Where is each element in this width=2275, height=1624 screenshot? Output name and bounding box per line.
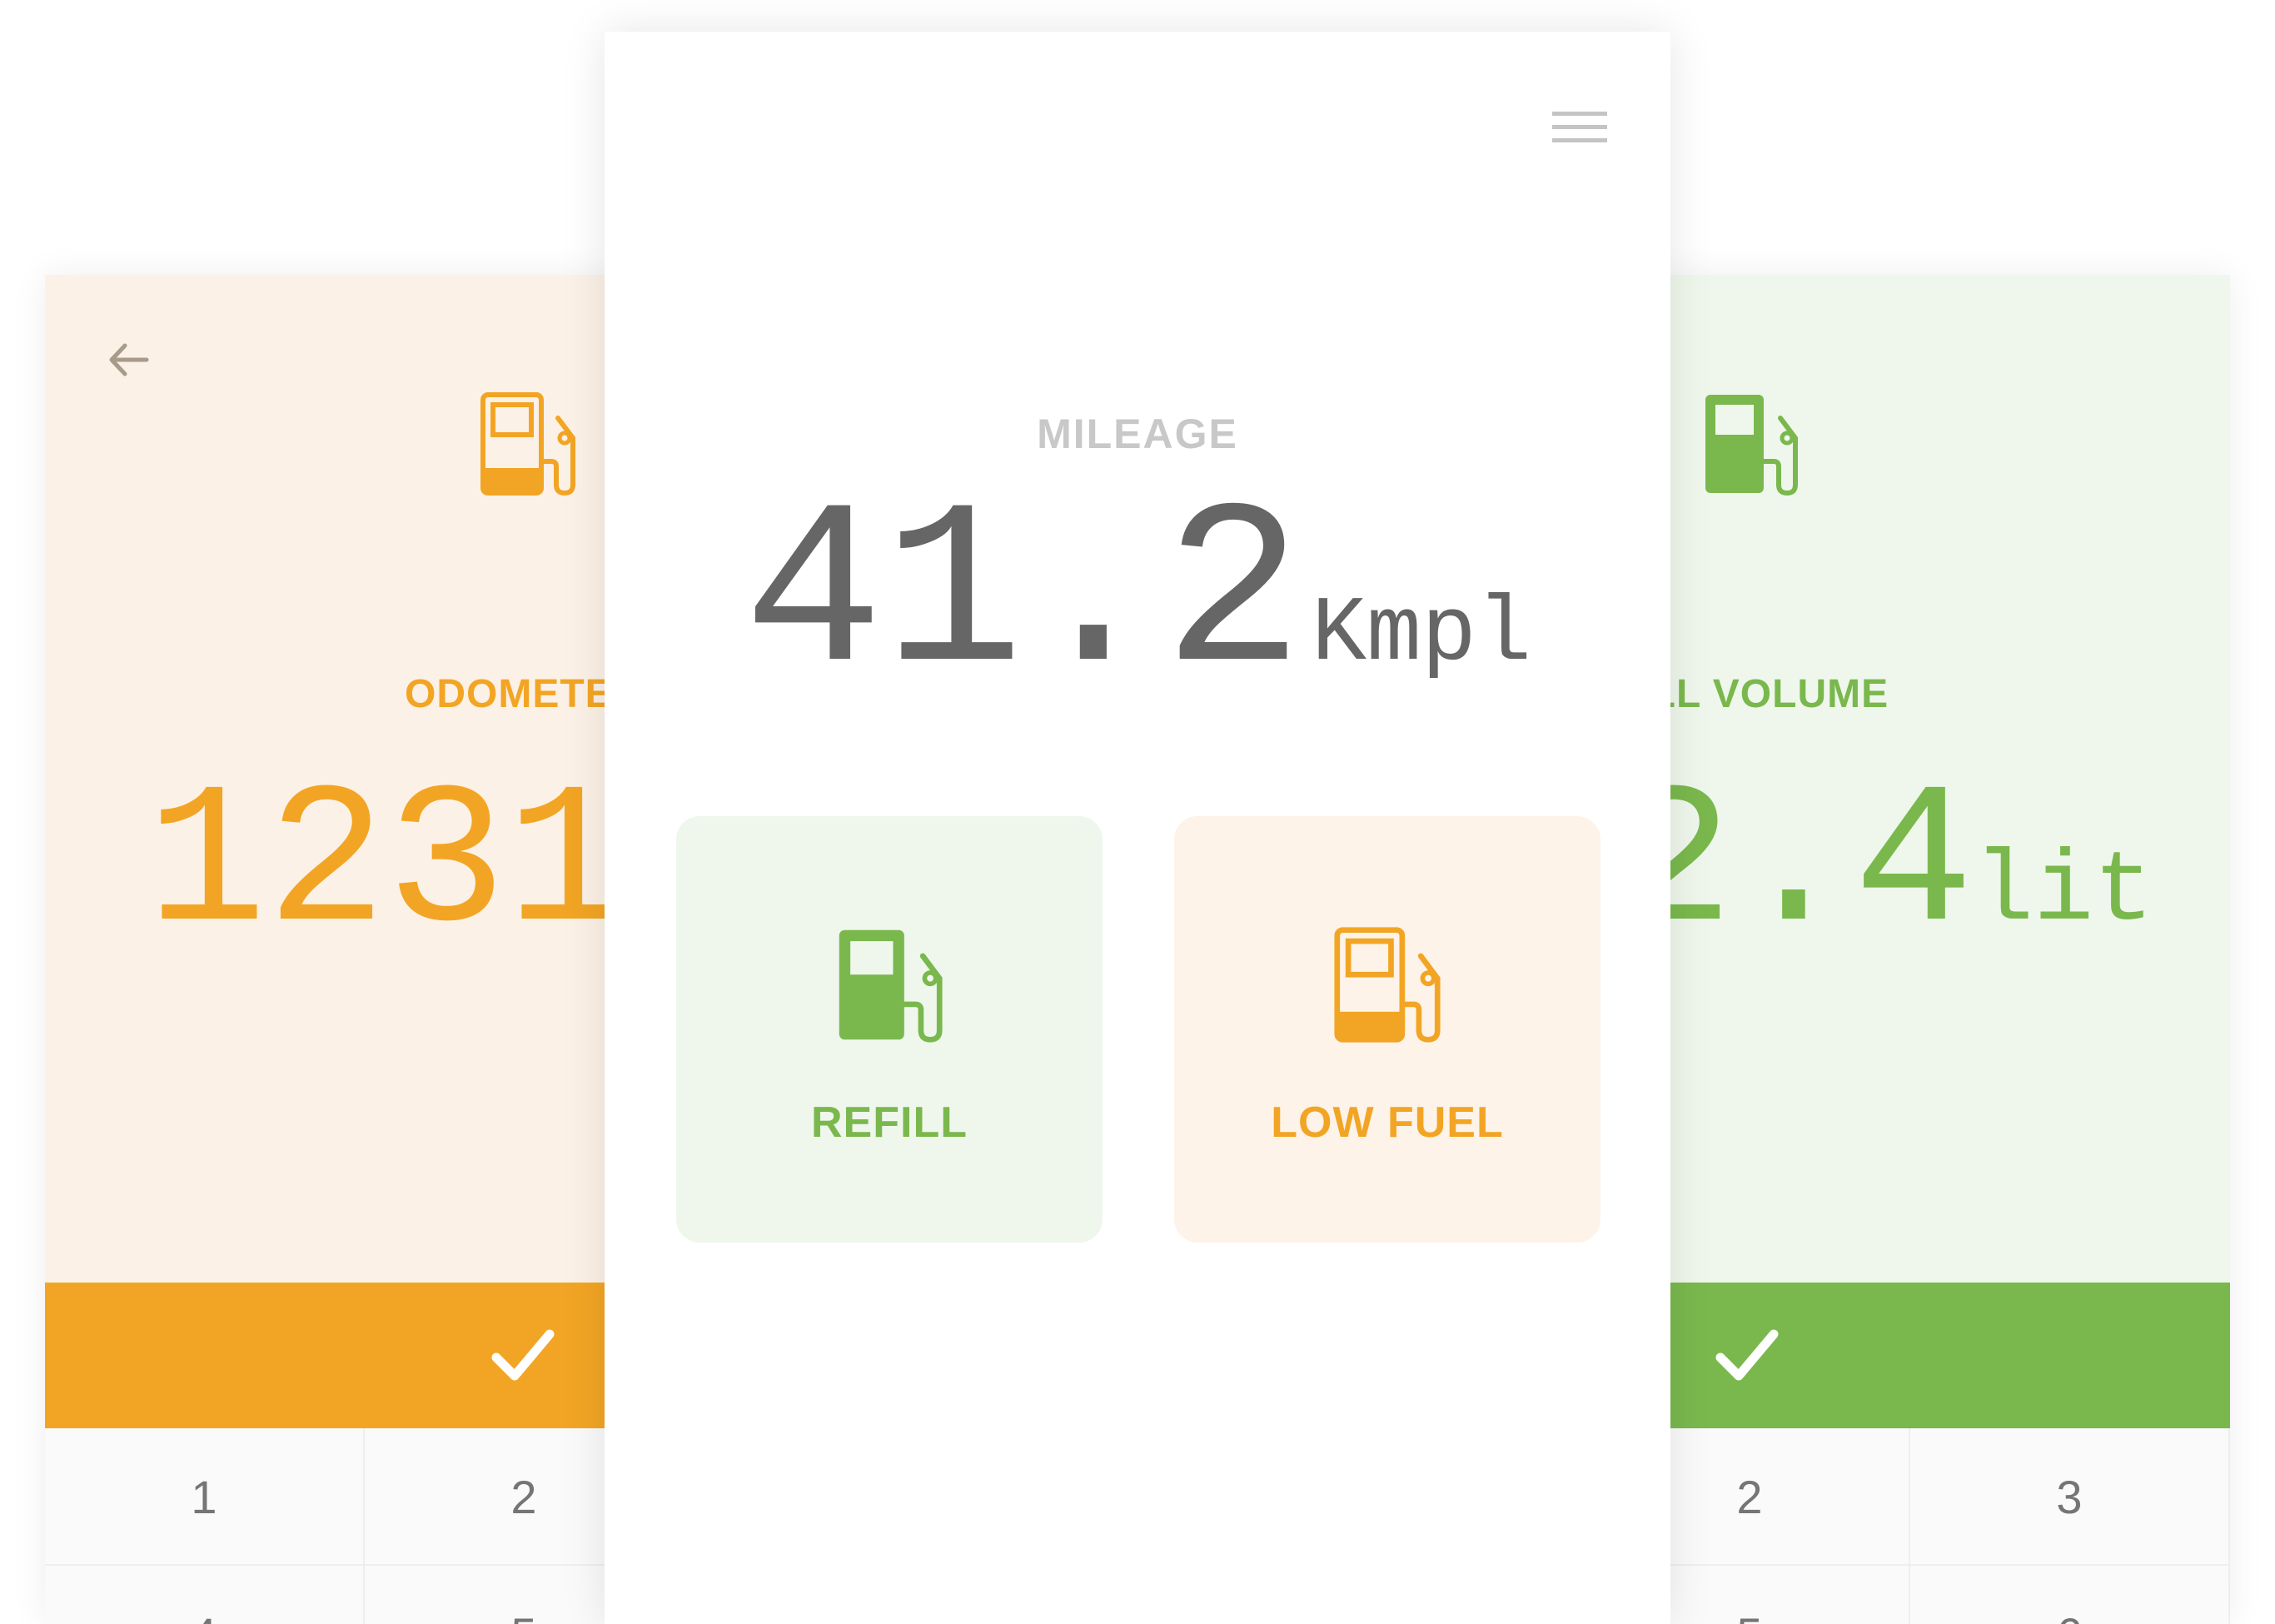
- confirm-button[interactable]: [45, 1283, 628, 1428]
- key-5[interactable]: 5: [1647, 1566, 1910, 1624]
- checkmark-icon: [491, 1329, 555, 1381]
- menu-icon[interactable]: [1552, 107, 1607, 148]
- low-fuel-label: LOW FUEL: [1271, 1098, 1504, 1147]
- key-4[interactable]: 4: [45, 1566, 365, 1624]
- odometer-value: 1231: [147, 753, 627, 979]
- fill-volume-label: FILL VOLUME: [1647, 672, 1889, 716]
- key-2[interactable]: 2: [365, 1428, 628, 1566]
- mileage-readout: 41.2Kmpl: [605, 481, 1670, 715]
- fill-volume-value: 2.4: [1647, 753, 1974, 979]
- key-1[interactable]: 1: [45, 1428, 365, 1566]
- fuel-pump-icon: [1705, 395, 1798, 496]
- low-fuel-button[interactable]: LOW FUEL: [1174, 816, 1600, 1243]
- key-3[interactable]: 3: [1910, 1428, 2230, 1566]
- fill-volume-unit: lit: [1974, 836, 2154, 949]
- fuel-pump-icon: [480, 392, 575, 496]
- confirm-button[interactable]: [1647, 1283, 2230, 1428]
- numeric-keypad: 1 2 4 5: [45, 1428, 628, 1624]
- checkmark-icon: [1715, 1329, 1779, 1381]
- key-5[interactable]: 5: [365, 1566, 628, 1624]
- refill-label: REFILL: [811, 1098, 968, 1147]
- refill-button[interactable]: REFILL: [676, 816, 1103, 1243]
- fill-volume-readout: 2.4lit: [1647, 766, 2153, 966]
- back-arrow-icon[interactable]: [103, 335, 153, 385]
- mileage-screen: MILEAGE 41.2Kmpl REFILL LOW FUEL: [605, 32, 1670, 1624]
- mileage-value: 41.2: [743, 466, 1304, 730]
- odometer-label: ODOMETER: [405, 672, 628, 716]
- numeric-keypad: 2 3 5 6: [1647, 1428, 2230, 1624]
- mileage-unit: Kmpl: [1312, 583, 1532, 687]
- fill-volume-screen: FILL VOLUME 2.4lit 2 3 5 6: [1647, 275, 2230, 1624]
- odometer-screen: ODOMETER 1231 1 2 4 5: [45, 275, 628, 1624]
- fuel-pump-icon: [839, 929, 943, 1043]
- mileage-label: MILEAGE: [1037, 411, 1238, 457]
- key-6[interactable]: 6: [1910, 1566, 2230, 1624]
- key-2[interactable]: 2: [1647, 1428, 1910, 1566]
- fuel-pump-icon: [1334, 927, 1441, 1043]
